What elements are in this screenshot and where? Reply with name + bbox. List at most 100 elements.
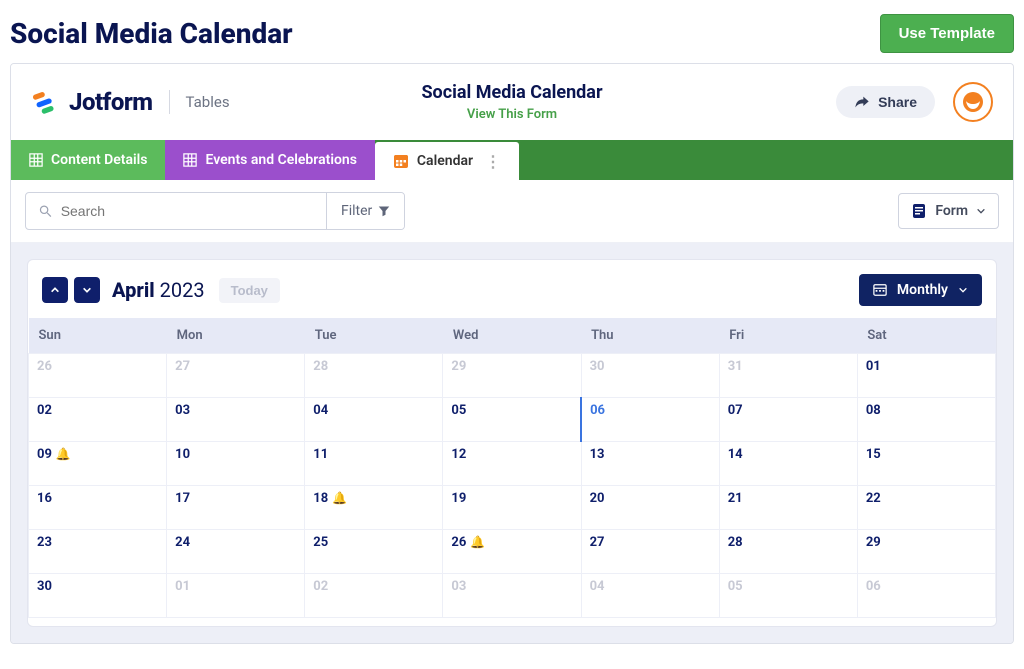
tab-calendar[interactable]: Calendar ⋮ [375, 142, 519, 180]
table-grid-icon [29, 153, 43, 167]
calendar-cell[interactable]: 29 [857, 530, 995, 574]
calendar-cell[interactable]: 29 [443, 354, 581, 398]
document-title: Social Media Calendar [421, 82, 602, 103]
page-title: Social Media Calendar [10, 17, 293, 50]
calendar-view-icon [873, 283, 887, 297]
tab-menu-dots-icon[interactable]: ⋮ [485, 152, 501, 171]
avatar[interactable] [953, 82, 993, 122]
calendar-cell[interactable]: 16 [29, 486, 167, 530]
tab-label: Calendar [417, 153, 473, 169]
day-header: Sun [29, 318, 167, 354]
form-label: Form [935, 203, 968, 219]
day-header: Wed [443, 318, 581, 354]
header-center: Social Media Calendar View This Form [421, 82, 602, 122]
share-arrow-icon [854, 94, 870, 110]
filter-icon [378, 205, 390, 217]
section-label: Tables [186, 93, 230, 111]
calendar-cell[interactable]: 02 [305, 574, 443, 618]
calendar-cell[interactable]: 08 [857, 398, 995, 442]
chevron-up-icon [50, 285, 60, 295]
day-header: Mon [167, 318, 305, 354]
calendar-cell[interactable]: 14 [719, 442, 857, 486]
calendar-cell[interactable]: 30 [29, 574, 167, 618]
day-header: Fri [719, 318, 857, 354]
calendar-cell[interactable]: 05 [443, 398, 581, 442]
calendar-cell[interactable]: 20 [581, 486, 719, 530]
calendar-cell[interactable]: 12 [443, 442, 581, 486]
calendar-cell[interactable]: 07 [719, 398, 857, 442]
calendar-cell[interactable]: 13 [581, 442, 719, 486]
divider [169, 90, 170, 114]
view-label: Monthly [897, 282, 948, 298]
calendar-cell[interactable]: 03 [443, 574, 581, 618]
next-month-button[interactable] [74, 277, 100, 303]
calendar-cell[interactable]: 17 [167, 486, 305, 530]
brand: Jotform [31, 88, 153, 116]
calendar-cell[interactable]: 19 [443, 486, 581, 530]
chevron-down-icon [82, 285, 92, 295]
calendar-cell[interactable]: 11 [305, 442, 443, 486]
calendar-cell[interactable]: 22 [857, 486, 995, 530]
day-header: Thu [581, 318, 719, 354]
calendar-cell[interactable]: 03 [167, 398, 305, 442]
tab-label: Content Details [51, 152, 147, 168]
app-card: Jotform Tables Social Media Calendar Vie… [10, 63, 1014, 644]
calendar-month-year: April 2023 [112, 278, 205, 302]
toolbar: Filter Form [11, 180, 1013, 243]
form-dropdown[interactable]: Form [898, 193, 999, 229]
avatar-mask-icon [961, 90, 985, 114]
use-template-button[interactable]: Use Template [880, 14, 1014, 53]
calendar-cell[interactable]: 28 [305, 354, 443, 398]
share-button[interactable]: Share [836, 86, 935, 118]
jotform-logo-icon [31, 88, 59, 116]
calendar-cell[interactable]: 02 [29, 398, 167, 442]
calendar-cell[interactable]: 27 [581, 530, 719, 574]
bell-icon: 🔔 [56, 447, 71, 461]
day-header: Sat [857, 318, 995, 354]
calendar-cell[interactable]: 10 [167, 442, 305, 486]
brand-name: Jotform [69, 88, 153, 116]
calendar-cell[interactable]: 28 [719, 530, 857, 574]
calendar-toolbar: April 2023 Today Monthly [28, 274, 996, 318]
search-icon [38, 203, 53, 219]
calendar-cell[interactable]: 30 [581, 354, 719, 398]
calendar-cell[interactable]: 31 [719, 354, 857, 398]
form-icon [911, 203, 927, 219]
calendar-cell[interactable]: 26🔔 [443, 530, 581, 574]
calendar-cell[interactable]: 05 [719, 574, 857, 618]
calendar-cell[interactable]: 23 [29, 530, 167, 574]
calendar-cell[interactable]: 09🔔 [29, 442, 167, 486]
chevron-down-icon [976, 206, 986, 216]
calendar-cell[interactable]: 26 [29, 354, 167, 398]
calendar-cell[interactable]: 15 [857, 442, 995, 486]
tab-content-details[interactable]: Content Details [11, 140, 165, 180]
prev-month-button[interactable] [42, 277, 68, 303]
calendar-grid: SunMonTueWedThuFriSat 262728293031010203… [28, 318, 996, 618]
tab-events-celebrations[interactable]: Events and Celebrations [165, 140, 374, 180]
app-header: Jotform Tables Social Media Calendar Vie… [11, 64, 1013, 140]
search-input[interactable] [61, 203, 314, 219]
search-input-wrap [26, 193, 326, 229]
calendar-area: April 2023 Today Monthly SunMonTueWedThu… [11, 243, 1013, 643]
calendar-cell[interactable]: 06 [857, 574, 995, 618]
calendar-cell[interactable]: 25 [305, 530, 443, 574]
calendar-icon [393, 153, 409, 169]
calendar-cell[interactable]: 01 [857, 354, 995, 398]
calendar-cell[interactable]: 21 [719, 486, 857, 530]
view-form-link[interactable]: View This Form [467, 107, 557, 122]
table-grid-icon [183, 153, 197, 167]
day-header: Tue [305, 318, 443, 354]
filter-button[interactable]: Filter [326, 193, 404, 229]
calendar-cell[interactable]: 24 [167, 530, 305, 574]
calendar-cell[interactable]: 01 [167, 574, 305, 618]
filter-label: Filter [341, 203, 372, 219]
view-dropdown[interactable]: Monthly [859, 274, 982, 306]
calendar-cell[interactable]: 18🔔 [305, 486, 443, 530]
calendar-cell[interactable]: 04 [581, 574, 719, 618]
calendar-cell[interactable]: 06 [581, 398, 719, 442]
calendar-cell[interactable]: 27 [167, 354, 305, 398]
tab-label: Events and Celebrations [205, 152, 356, 168]
calendar-cell[interactable]: 04 [305, 398, 443, 442]
today-button[interactable]: Today [219, 278, 280, 303]
bell-icon: 🔔 [470, 535, 485, 549]
